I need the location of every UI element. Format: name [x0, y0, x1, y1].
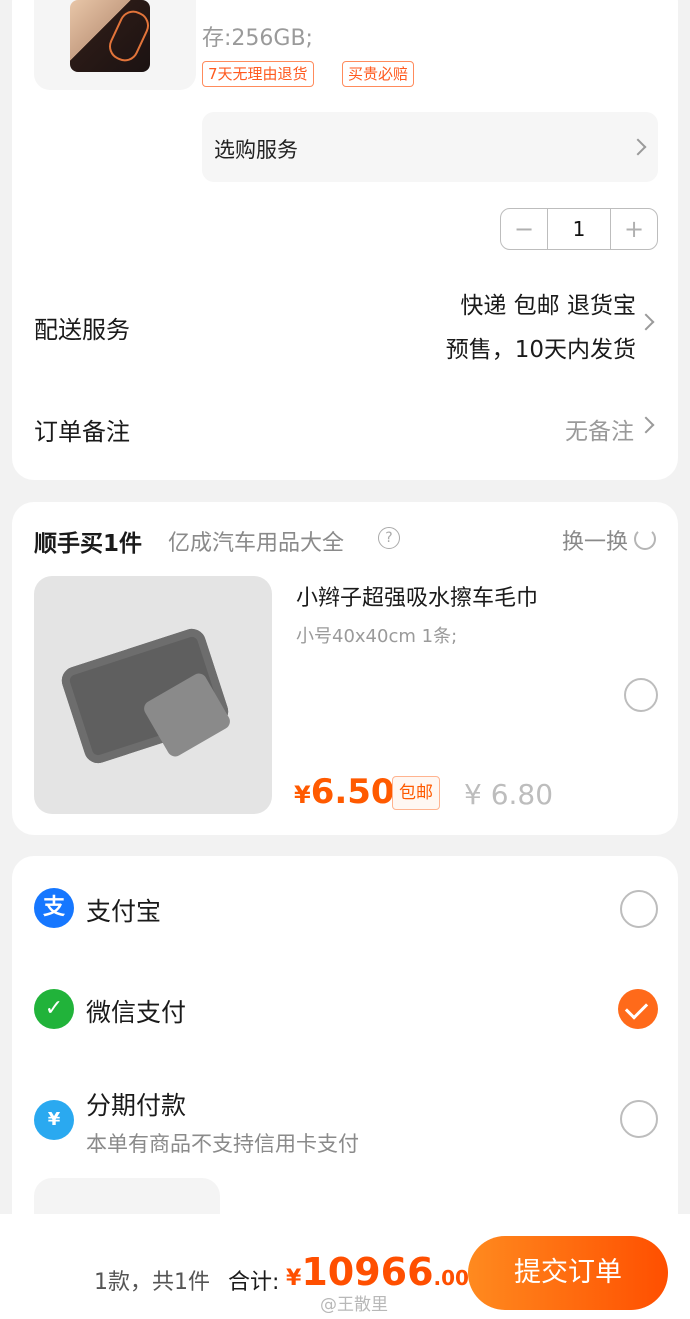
- select-service-button[interactable]: 选购服务: [202, 112, 658, 182]
- alipay-icon: 支: [34, 888, 74, 928]
- total-integer: 10966: [301, 1250, 434, 1294]
- delivery-method[interactable]: 快递 包邮 退货宝: [460, 286, 636, 320]
- watermark: @王散里: [320, 1295, 388, 1315]
- price-guarantee-tag: 买贵必赔: [342, 61, 415, 87]
- select-service-label: 选购服务: [214, 138, 298, 162]
- product-thumbnail[interactable]: [34, 0, 196, 90]
- chevron-right-icon[interactable]: [637, 313, 655, 331]
- phone-image: [70, 0, 150, 72]
- order-item-card: 存:256GB; 7天无理由退货 买贵必赔 选购服务 − 1 + 配送服务 快递…: [12, 0, 678, 480]
- total-currency: ¥: [286, 1266, 302, 1291]
- return-policy-tag: 7天无理由退货: [202, 61, 314, 87]
- installment-option[interactable]: 分期付款: [86, 1086, 186, 1122]
- item-count-summary: 1款，共1件: [94, 1270, 210, 1295]
- payment-methods-card: 支 支付宝 ✓ 微信支付 ¥ 分期付款 本单有商品不支持信用卡支付: [12, 856, 678, 1276]
- addon-product-card: 顺手买1件 亿成汽车用品大全 ? 换一换 小辫子超强吸水擦车毛巾 小号40x40…: [12, 502, 678, 835]
- addon-product-title[interactable]: 小辫子超强吸水擦车毛巾: [296, 580, 538, 612]
- delivery-label: 配送服务: [34, 316, 130, 344]
- submit-order-button[interactable]: 提交订单: [468, 1236, 668, 1310]
- chevron-right-icon: [629, 138, 647, 156]
- chevron-right-icon[interactable]: [637, 416, 655, 434]
- alipay-option[interactable]: 支付宝: [86, 892, 161, 928]
- installment-radio[interactable]: [620, 1100, 658, 1138]
- wechat-pay-icon: ✓: [34, 989, 74, 1029]
- delivery-schedule[interactable]: 预售，10天内发货: [446, 330, 636, 364]
- addon-title: 顺手买1件: [34, 531, 143, 557]
- alipay-radio[interactable]: [620, 890, 658, 928]
- towel-product-image[interactable]: [34, 576, 272, 814]
- total-price: ¥10966.00: [286, 1250, 469, 1294]
- product-spec: 存:256GB;: [202, 26, 313, 51]
- help-icon[interactable]: ?: [378, 527, 400, 549]
- price-amount: 6.50: [310, 772, 395, 812]
- quantity-stepper: − 1 +: [500, 208, 658, 250]
- decrease-quantity-button[interactable]: −: [501, 209, 547, 249]
- price-currency: ¥: [294, 781, 311, 809]
- swap-button[interactable]: 换一换: [562, 524, 628, 556]
- addon-product-spec: 小号40x40cm 1条;: [296, 626, 458, 647]
- original-price: ¥ 6.80: [464, 778, 554, 811]
- quantity-value[interactable]: 1: [547, 209, 611, 249]
- total-decimal: .00: [433, 1266, 469, 1290]
- addon-price: ¥6.50: [294, 772, 395, 812]
- wechat-pay-radio-checked[interactable]: [618, 989, 658, 1029]
- installment-icon: ¥: [34, 1100, 74, 1140]
- shop-name: 亿成汽车用品大全: [168, 531, 345, 556]
- free-shipping-tag: 包邮: [392, 776, 440, 810]
- refresh-icon[interactable]: [634, 528, 656, 550]
- order-note-value[interactable]: 无备注: [565, 412, 634, 446]
- wechat-pay-option[interactable]: 微信支付: [86, 993, 186, 1029]
- total-label: 合计:: [228, 1270, 280, 1295]
- increase-quantity-button[interactable]: +: [611, 209, 657, 249]
- order-note-label: 订单备注: [34, 418, 130, 446]
- installment-note: 本单有商品不支持信用卡支付: [86, 1132, 359, 1156]
- checkout-bar: 1款，共1件 合计: ¥10966.00 @王散里 提交订单: [0, 1214, 690, 1319]
- addon-select-radio[interactable]: [624, 678, 658, 712]
